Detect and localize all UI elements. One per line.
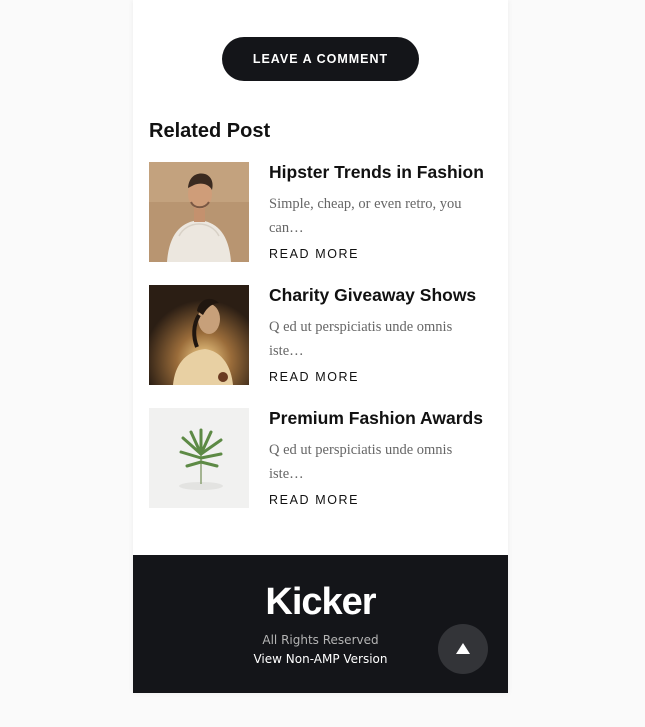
arrow-up-icon: [456, 643, 470, 654]
post-excerpt: Q ed ut perspiciatis unde omnis iste…: [269, 319, 453, 359]
post-title[interactable]: Hipster Trends in Fashion: [269, 162, 484, 183]
post-thumbnail-woman-in-sunlight[interactable]: [149, 285, 249, 385]
post-thumbnail-green-plant-sprig[interactable]: [149, 408, 249, 508]
read-more-link[interactable]: READ MORE: [269, 493, 359, 507]
related-post-item: Charity Giveaway Shows Q ed ut perspicia…: [149, 285, 494, 385]
read-more-link[interactable]: READ MORE: [269, 370, 359, 384]
leave-comment-button[interactable]: LEAVE A COMMENT: [222, 37, 419, 81]
site-footer: Kicker All Rights Reserved View Non-AMP …: [133, 555, 508, 693]
article-page: LEAVE A COMMENT Related Post Hipster Tre…: [133, 0, 508, 693]
back-to-top-button[interactable]: [438, 624, 488, 674]
post-excerpt: Q ed ut perspiciatis unde omnis iste…: [269, 442, 453, 482]
related-post-heading: Related Post: [149, 120, 271, 142]
post-title[interactable]: Premium Fashion Awards: [269, 408, 483, 429]
related-post-item: Hipster Trends in Fashion Simple, cheap,…: [149, 162, 494, 262]
post-title[interactable]: Charity Giveaway Shows: [269, 285, 476, 306]
post-excerpt: Simple, cheap, or even retro, you can…: [269, 196, 462, 236]
read-more-link[interactable]: READ MORE: [269, 247, 359, 261]
related-post-item: Premium Fashion Awards Q ed ut perspicia…: [149, 408, 494, 508]
footer-logo[interactable]: Kicker: [133, 581, 508, 624]
post-thumbnail-man-in-white-sweater[interactable]: [149, 162, 249, 262]
